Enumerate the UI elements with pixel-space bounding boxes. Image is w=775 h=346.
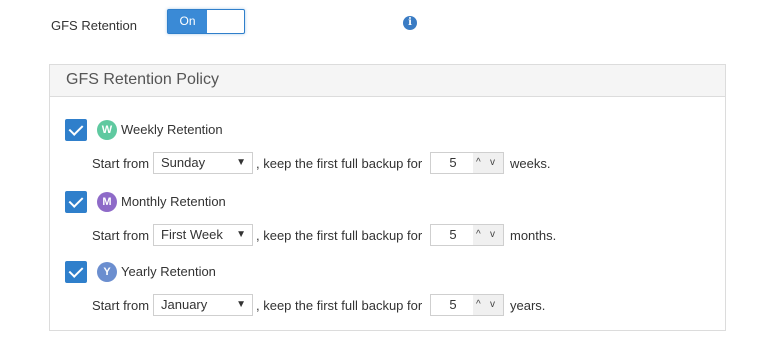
monthly-count-stepper[interactable]: 5 ^ v: [430, 224, 504, 246]
monthly-spin-buttons: ^ v: [473, 225, 503, 245]
panel-title: GFS Retention Policy: [66, 71, 219, 88]
weekly-start-select[interactable]: Sunday ▼: [153, 152, 253, 174]
monthly-start-select[interactable]: First Week ▼: [153, 224, 253, 246]
monthly-retention-checkbox[interactable]: [65, 191, 87, 213]
monthly-unit: months.: [510, 228, 557, 243]
weekly-start-from-label: Start from: [92, 156, 150, 171]
toggle-on-label: On: [168, 10, 207, 33]
weekly-spin-buttons: ^ v: [473, 153, 503, 173]
yearly-retention-checkbox[interactable]: [65, 261, 87, 283]
yearly-count-stepper[interactable]: 5 ^ v: [430, 294, 504, 316]
decrement-icon[interactable]: v: [490, 225, 495, 245]
yearly-start-from-label: Start from: [92, 298, 150, 313]
gfs-retention-policy-panel: GFS Retention Policy W Weekly Retention …: [49, 64, 726, 331]
gfs-retention-toggle[interactable]: On: [167, 9, 245, 34]
weekly-start-value: Sunday: [161, 155, 206, 170]
yearly-spin-buttons: ^ v: [473, 295, 503, 315]
weekly-unit: weeks.: [510, 156, 551, 171]
increment-icon[interactable]: ^: [476, 295, 481, 315]
monthly-retention-label: Monthly Retention: [121, 194, 226, 209]
weekly-count-stepper[interactable]: 5 ^ v: [430, 152, 504, 174]
decrement-icon[interactable]: v: [490, 295, 495, 315]
yearly-count-value: 5: [449, 297, 457, 312]
chevron-down-icon: ▼: [236, 157, 246, 168]
yearly-unit: years.: [510, 298, 546, 313]
weekly-retention-checkbox[interactable]: [65, 119, 87, 141]
gfs-retention-label: GFS Retention: [51, 18, 137, 33]
weekly-badge-icon: W: [97, 120, 117, 140]
chevron-down-icon: ▼: [236, 299, 246, 310]
chevron-down-icon: ▼: [236, 229, 246, 240]
yearly-start-value: January: [161, 297, 208, 312]
monthly-count-value: 5: [449, 227, 457, 242]
weekly-count-value: 5: [449, 155, 457, 170]
weekly-keep-text: , keep the first full backup for: [256, 156, 423, 171]
yearly-keep-text: , keep the first full backup for: [256, 298, 423, 313]
weekly-retention-label: Weekly Retention: [121, 122, 223, 137]
monthly-badge-icon: M: [97, 192, 117, 212]
monthly-start-value: First Week: [161, 227, 223, 242]
info-icon[interactable]: i: [403, 16, 417, 30]
monthly-start-from-label: Start from: [92, 228, 150, 243]
monthly-keep-text: , keep the first full backup for: [256, 228, 423, 243]
yearly-start-select[interactable]: January ▼: [153, 294, 253, 316]
panel-header: GFS Retention Policy: [50, 65, 725, 97]
yearly-badge-icon: Y: [97, 262, 117, 282]
increment-icon[interactable]: ^: [476, 225, 481, 245]
decrement-icon[interactable]: v: [490, 153, 495, 173]
increment-icon[interactable]: ^: [476, 153, 481, 173]
yearly-retention-label: Yearly Retention: [121, 264, 216, 279]
